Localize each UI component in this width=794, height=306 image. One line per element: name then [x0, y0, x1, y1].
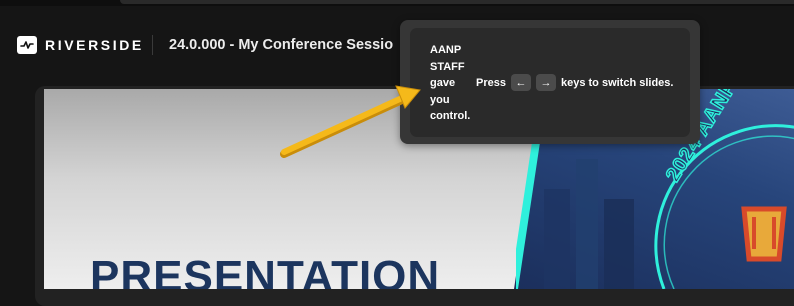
pointer-arrow-icon [280, 85, 421, 158]
